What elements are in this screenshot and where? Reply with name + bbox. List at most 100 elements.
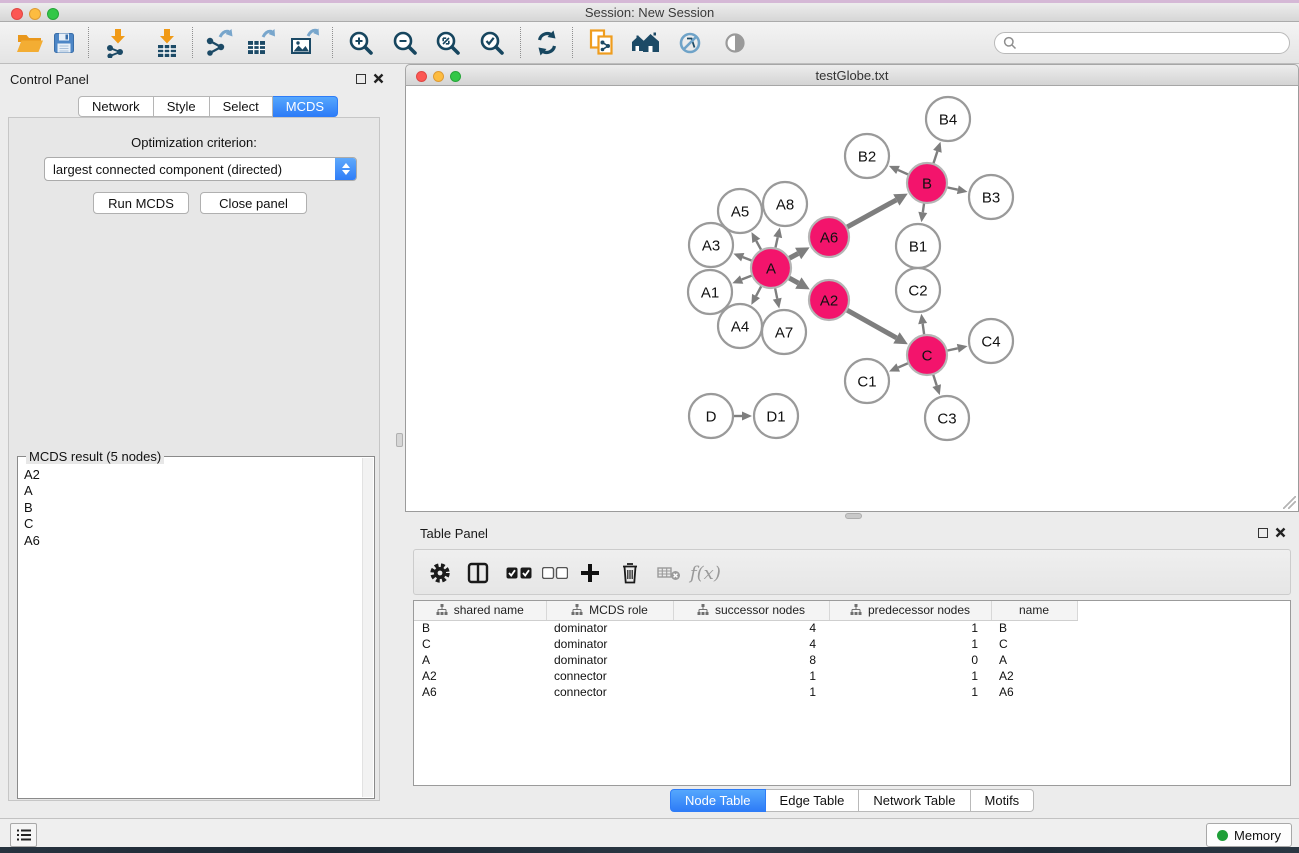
mcds-result-box: MCDS result (5 nodes) A2ABCA6: [17, 456, 375, 799]
delete-table-icon[interactable]: [657, 558, 681, 588]
float-panel-icon[interactable]: [356, 74, 366, 84]
control-tab-mcds[interactable]: MCDS: [273, 96, 338, 117]
result-item-c[interactable]: C: [18, 516, 361, 532]
mcds-result-list: A2ABCA6: [18, 467, 361, 796]
close-panel-icon[interactable]: [373, 73, 384, 84]
graph-node-label: C: [922, 347, 933, 364]
network-canvas[interactable]: B4B2BB3A5A8A6A3AB1A1A2C2A4A7C4CC1DD1C3: [405, 86, 1299, 512]
column-header-predecessor-nodes[interactable]: predecessor nodes: [829, 601, 991, 620]
table-cell: A: [414, 652, 546, 668]
zoom-selected-icon[interactable]: [476, 27, 508, 59]
tab-node-table[interactable]: Node Table: [670, 789, 766, 812]
table-cell: B: [991, 620, 1077, 636]
result-item-a2[interactable]: A2: [18, 467, 361, 483]
column-header-successor-nodes[interactable]: successor nodes: [673, 601, 829, 620]
table-cell: 1: [829, 620, 991, 636]
node-table-wrap: shared nameMCDS rolesuccessor nodesprede…: [413, 600, 1291, 786]
search-input[interactable]: [1022, 36, 1281, 51]
graph-node-label: A3: [702, 237, 720, 254]
hide-graphics-icon[interactable]: [674, 27, 706, 59]
control-panel: Control Panel NetworkStyleSelectMCDS Opt…: [0, 64, 390, 818]
show-details-eye-icon[interactable]: [719, 27, 751, 59]
table-cell: B: [414, 620, 546, 636]
table-cell: 0: [829, 652, 991, 668]
graph-node-label: B2: [858, 148, 876, 165]
open-session-icon[interactable]: [14, 27, 46, 59]
export-network-icon[interactable]: [202, 27, 234, 59]
graph-node-label: C4: [981, 333, 1000, 350]
graph-node-label: A7: [775, 324, 793, 341]
memory-button[interactable]: Memory: [1206, 823, 1292, 847]
toolbar-separator: [572, 27, 573, 58]
refresh-icon[interactable]: [531, 27, 563, 59]
column-header-name[interactable]: name: [991, 601, 1077, 620]
table-row[interactable]: Adominator80A: [414, 652, 1290, 668]
table-row[interactable]: A6connector11A6: [414, 684, 1290, 700]
graph-node-label: A8: [776, 196, 794, 213]
zoom-fit-icon[interactable]: [432, 27, 464, 59]
close-table-panel-icon[interactable]: [1275, 527, 1286, 538]
result-item-a[interactable]: A: [18, 483, 361, 499]
table-header-row: shared nameMCDS rolesuccessor nodesprede…: [414, 601, 1290, 620]
result-scrollbar[interactable]: [362, 458, 373, 797]
tab-edge-table[interactable]: Edge Table: [766, 789, 860, 812]
table-cell: 1: [829, 636, 991, 652]
table-row[interactable]: Bdominator41B: [414, 620, 1290, 636]
graph-node-label: B1: [909, 238, 927, 255]
table-settings-gear-icon[interactable]: [429, 558, 451, 588]
application-window: Session: New Session: [0, 0, 1299, 853]
tab-network-table[interactable]: Network Table: [859, 789, 970, 812]
table-cell: connector: [546, 684, 673, 700]
graph-node-label: C2: [908, 282, 927, 299]
deselect-all-rows-icon[interactable]: [542, 558, 568, 588]
show-columns-icon[interactable]: [467, 558, 489, 588]
graph-node-label: A4: [731, 318, 749, 335]
select-stepper-icon: [335, 158, 356, 180]
zoom-out-icon[interactable]: [389, 27, 421, 59]
import-table-icon[interactable]: [151, 27, 183, 59]
run-mcds-button[interactable]: Run MCDS: [93, 192, 189, 214]
select-all-rows-icon[interactable]: [506, 558, 532, 588]
toolbar-separator: [192, 27, 193, 58]
home-layout-icon[interactable]: [630, 27, 662, 59]
tab-motifs[interactable]: Motifs: [971, 789, 1035, 812]
save-session-icon[interactable]: [48, 27, 80, 59]
zoom-in-icon[interactable]: [345, 27, 377, 59]
create-column-plus-icon[interactable]: [580, 558, 600, 588]
graph-node-label: D1: [766, 408, 785, 425]
table-cell: dominator: [546, 652, 673, 668]
criterion-select[interactable]: largest connected component (directed): [44, 157, 357, 181]
network-hscroll-thumb[interactable]: [845, 513, 862, 519]
status-bar: Memory: [0, 818, 1299, 847]
table-cell-filler: [1077, 620, 1290, 636]
column-header-shared-name[interactable]: shared name: [414, 601, 546, 620]
control-panel-window-buttons: [356, 73, 384, 84]
table-cell: C: [414, 636, 546, 652]
close-panel-button[interactable]: Close panel: [200, 192, 307, 214]
table-cell-filler: [1077, 636, 1290, 652]
split-divider-handle[interactable]: [396, 433, 403, 447]
table-cell: connector: [546, 668, 673, 684]
table-row[interactable]: Cdominator41C: [414, 636, 1290, 652]
table-panel: Table Panel: [405, 520, 1299, 818]
result-item-b[interactable]: B: [18, 500, 361, 516]
function-builder-icon[interactable]: f(x): [690, 558, 721, 588]
table-cell: A2: [991, 668, 1077, 684]
task-history-button[interactable]: [10, 823, 37, 847]
export-image-icon[interactable]: [288, 27, 320, 59]
control-tab-style[interactable]: Style: [154, 96, 210, 117]
graph-node-label: C3: [937, 410, 956, 427]
float-table-panel-icon[interactable]: [1258, 528, 1268, 538]
duplicate-network-icon[interactable]: [586, 27, 618, 59]
delete-column-trash-icon[interactable]: [620, 558, 640, 588]
export-table-icon[interactable]: [244, 27, 276, 59]
column-header-mcds-role[interactable]: MCDS role: [546, 601, 673, 620]
import-network-icon[interactable]: [102, 27, 134, 59]
control-tab-select[interactable]: Select: [210, 96, 273, 117]
table-row[interactable]: A2connector11A2: [414, 668, 1290, 684]
control-tab-network[interactable]: Network: [78, 96, 154, 117]
result-item-a6[interactable]: A6: [18, 533, 361, 549]
memory-label: Memory: [1234, 828, 1281, 843]
table-cell: 1: [829, 684, 991, 700]
table-cell: A: [991, 652, 1077, 668]
